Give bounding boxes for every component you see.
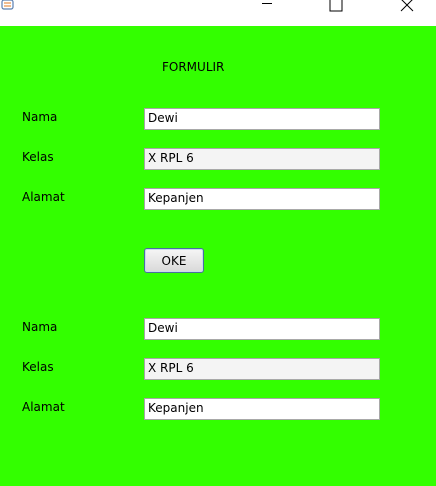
minimize-button[interactable] [244, 0, 290, 14]
form-heading: FORMULIR [162, 60, 225, 74]
output-alamat-field[interactable]: Kepanjen [144, 398, 380, 420]
nama-label: Nama [22, 110, 58, 124]
ok-button[interactable]: OKE [144, 248, 204, 273]
form-panel: FORMULIR Nama Dewi Kelas X RPL 6 Alamat … [0, 26, 436, 486]
output-kelas-label: Kelas [22, 360, 54, 374]
output-alamat-label: Alamat [22, 400, 65, 414]
output-nama-field[interactable]: Dewi [144, 318, 380, 340]
kelas-label: Kelas [22, 150, 54, 164]
maximize-button[interactable] [313, 0, 359, 14]
close-button[interactable] [384, 0, 430, 14]
kelas-input[interactable]: X RPL 6 [144, 148, 380, 170]
nama-input[interactable]: Dewi [144, 108, 380, 130]
java-app-icon [0, 0, 16, 10]
alamat-input[interactable]: Kepanjen [144, 188, 380, 210]
output-nama-label: Nama [22, 320, 58, 334]
close-icon [400, 0, 414, 12]
alamat-label: Alamat [22, 190, 65, 204]
output-kelas-field[interactable]: X RPL 6 [144, 358, 380, 380]
window-titlebar [0, 0, 436, 26]
minimize-icon [261, 0, 273, 8]
maximize-icon [329, 0, 343, 12]
